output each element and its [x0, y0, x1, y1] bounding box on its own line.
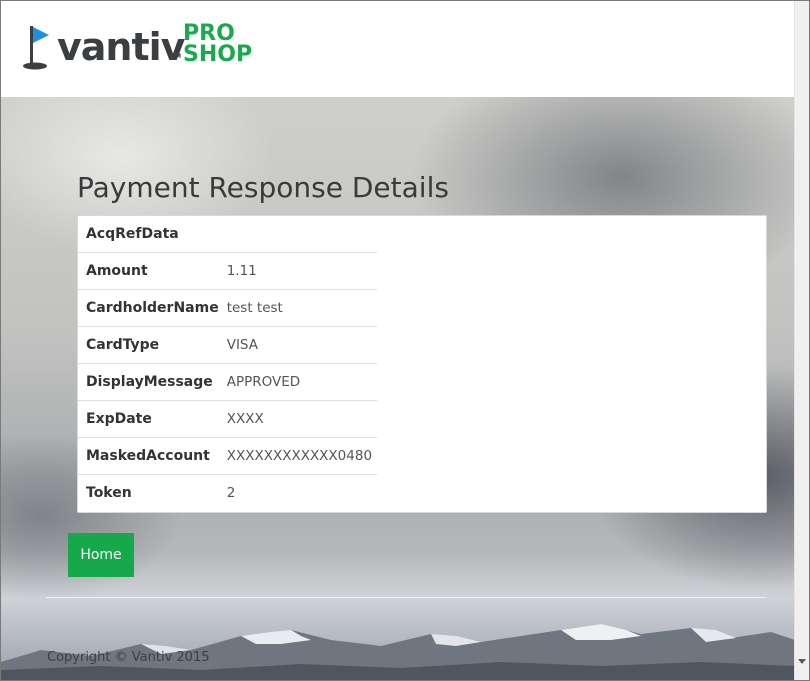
table-row: Token 2: [78, 475, 377, 512]
table-row: MaskedAccount XXXXXXXXXXXX0480: [78, 437, 377, 475]
payment-details-table: AcqRefData Amount 1.11 CardholderName te…: [78, 216, 377, 511]
vertical-scrollbar[interactable]: [794, 1, 809, 680]
row-key: AcqRefData: [78, 216, 219, 253]
row-value: APPROVED: [218, 363, 377, 401]
row-value: test test: [218, 289, 377, 327]
browser-viewport: vantiv TM PRO SHOP Payment Response Deta…: [0, 0, 810, 681]
row-value: 2: [226, 485, 236, 501]
row-key: DisplayMessage: [78, 363, 219, 401]
table-row: Amount 1.11: [78, 252, 377, 290]
table-row: AcqRefData: [78, 216, 377, 253]
footer-copyright: Copyright © Vantiv 2015: [47, 650, 210, 665]
row-key: Amount: [78, 252, 219, 290]
footer-divider: [46, 597, 766, 598]
table-row: CardholderName test test: [78, 289, 377, 327]
logo-trademark: TM: [171, 53, 182, 60]
row-key: CardholderName: [78, 289, 219, 327]
table-row: ExpDate XXXX: [78, 400, 377, 438]
scroll-down-arrow-icon[interactable]: [798, 659, 806, 664]
row-key: MaskedAccount: [78, 437, 219, 475]
table-row: DisplayMessage APPROVED: [78, 363, 377, 401]
row-value: 1.11: [218, 252, 377, 290]
row-key: Token: [86, 485, 132, 501]
row-key: CardType: [78, 326, 219, 364]
page-title: Payment Response Details: [77, 171, 449, 204]
table-row: CardType VISA: [78, 326, 377, 364]
row-value: VISA: [218, 326, 377, 364]
payment-details-panel: AcqRefData Amount 1.11 CardholderName te…: [77, 215, 767, 513]
home-button[interactable]: Home: [68, 533, 134, 577]
row-value: XXXX: [218, 400, 377, 438]
header: vantiv TM PRO SHOP: [1, 1, 795, 97]
row-value: XXXXXXXXXXXX0480: [218, 437, 377, 475]
logo-wordmark: vantiv: [57, 25, 185, 69]
vantiv-proshop-logo[interactable]: vantiv TM PRO SHOP: [21, 21, 261, 73]
mountain-range-image: [1, 624, 795, 680]
row-value: [218, 216, 377, 253]
logo-shop: SHOP: [183, 42, 253, 67]
golf-flag-icon: [23, 26, 49, 70]
row-key: ExpDate: [78, 400, 219, 438]
